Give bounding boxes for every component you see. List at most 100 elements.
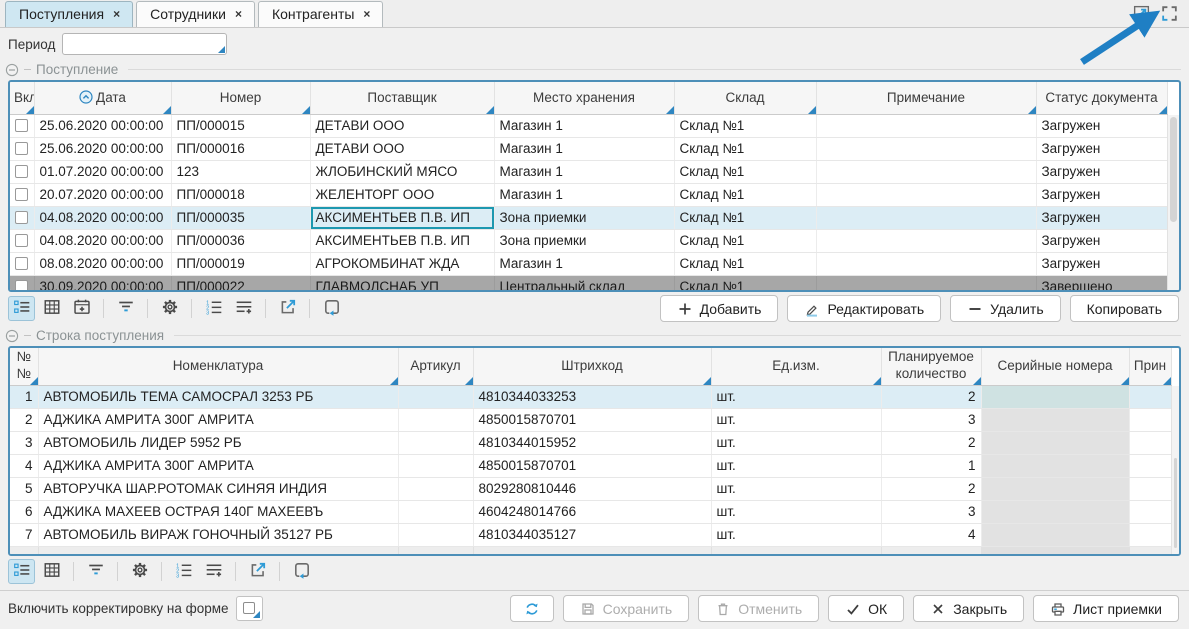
table-row[interactable]: 20.07.2020 00:00:00ПП/000018ЖЕЛЕНТОРГ ОО… [10, 183, 1167, 206]
cell[interactable]: Склад №1 [674, 114, 816, 137]
cell[interactable]: 4 [10, 454, 38, 477]
cell[interactable]: Магазин 1 [494, 183, 674, 206]
cell[interactable]: 08.08.2020 00:00:00 [34, 252, 171, 275]
cell[interactable] [981, 477, 1129, 500]
close-button[interactable]: Закрыть [913, 595, 1024, 622]
row-checkbox[interactable] [15, 165, 28, 178]
cell[interactable] [816, 229, 1036, 252]
cell[interactable]: 123 [171, 160, 310, 183]
cell[interactable]: 2 [881, 431, 981, 454]
column-header[interactable]: Номенклатура [38, 348, 398, 385]
cell[interactable]: ЖЛОБИНСКИЙ МЯСО [310, 160, 494, 183]
column-header[interactable]: Статус документа [1036, 82, 1167, 114]
cell[interactable] [1129, 523, 1171, 546]
cell[interactable]: Загружен [1036, 206, 1167, 229]
cell[interactable]: 4810344033253 [473, 385, 711, 408]
cell[interactable]: Загружен [1036, 160, 1167, 183]
cell[interactable] [10, 275, 34, 292]
cell[interactable] [10, 252, 34, 275]
cell[interactable]: 3 [881, 500, 981, 523]
cell[interactable] [1129, 385, 1171, 408]
cell[interactable] [398, 408, 473, 431]
collapse-icon[interactable] [5, 329, 19, 343]
cell[interactable] [981, 454, 1129, 477]
cell[interactable] [398, 385, 473, 408]
table-row[interactable]: 5АВТОРУЧКА ШАР.РОТОМАК СИНЯЯ ИНДИЯ802928… [10, 477, 1171, 500]
cell[interactable]: Склад №1 [674, 137, 816, 160]
cell[interactable] [816, 114, 1036, 137]
cell[interactable]: 6 [10, 500, 38, 523]
cell[interactable]: 4810344015952 [473, 431, 711, 454]
row-checkbox[interactable] [15, 119, 28, 132]
cell[interactable]: ПП/000036 [171, 229, 310, 252]
cell[interactable]: шт. [711, 385, 881, 408]
cell[interactable]: Загружен [1036, 114, 1167, 137]
tab-receipts[interactable]: Поступления × [5, 1, 133, 27]
filter-triangle-icon[interactable] [873, 377, 881, 385]
cell[interactable]: ПП/000035 [171, 206, 310, 229]
cell[interactable]: АКСИМЕНТЬЕВ П.В. ИП [310, 229, 494, 252]
cell[interactable]: Загружен [1036, 252, 1167, 275]
cell[interactable]: 25.06.2020 00:00:00 [34, 137, 171, 160]
cell[interactable] [10, 229, 34, 252]
refresh-cycle-button[interactable] [288, 559, 315, 584]
cell[interactable]: Зона приемки [494, 206, 674, 229]
cell[interactable]: Склад №1 [674, 160, 816, 183]
filter-button[interactable] [112, 296, 139, 321]
filter-triangle-icon[interactable] [30, 377, 38, 385]
cell[interactable] [981, 523, 1129, 546]
cell[interactable]: 4810344035127 [473, 523, 711, 546]
cell[interactable]: шт. [711, 477, 881, 500]
cell[interactable]: 5 [10, 477, 38, 500]
filter-triangle-icon[interactable] [1163, 377, 1171, 385]
settings-button[interactable] [156, 296, 183, 321]
cell[interactable]: ПП/000019 [171, 252, 310, 275]
table-row[interactable]: 25.06.2020 00:00:00ПП/000015ДЕТАВИ ОООМа… [10, 114, 1167, 137]
grid-view-button[interactable] [38, 296, 65, 321]
table-row[interactable]: 25.06.2020 00:00:00ПП/000016ДЕТАВИ ОООМа… [10, 137, 1167, 160]
cell[interactable]: ПП/000022 [171, 275, 310, 292]
filter-triangle-icon[interactable] [1159, 106, 1167, 114]
cell[interactable]: АГРОКОМБИНАТ ЖДА [310, 252, 494, 275]
resize-corner-icon[interactable] [253, 611, 260, 618]
table-row[interactable]: 04.08.2020 00:00:00ПП/000035АКСИМЕНТЬЕВ … [10, 206, 1167, 229]
edit-button[interactable]: Редактировать [787, 295, 941, 322]
numbered-list-button[interactable]: 123 [170, 559, 197, 584]
column-header[interactable]: Место хранения [494, 82, 674, 114]
cell[interactable] [816, 252, 1036, 275]
filter-triangle-icon[interactable] [390, 377, 398, 385]
vertical-scrollbar[interactable] [1171, 386, 1179, 554]
cell[interactable] [10, 114, 34, 137]
acceptance-sheet-button[interactable]: Лист приемки [1033, 595, 1179, 622]
filter-triangle-icon[interactable] [666, 106, 674, 114]
cell[interactable]: ДЕТАВИ ООО [310, 137, 494, 160]
cell[interactable]: ПП/000016 [171, 137, 310, 160]
cell[interactable] [398, 431, 473, 454]
column-header[interactable]: Примечание [816, 82, 1036, 114]
row-checkbox[interactable] [15, 211, 28, 224]
column-header[interactable]: Серийные номера [981, 348, 1129, 385]
filter-triangle-icon[interactable] [703, 377, 711, 385]
cell[interactable]: Зона приемки [494, 229, 674, 252]
add-button[interactable]: Добавить [660, 295, 779, 322]
list-view-button[interactable] [8, 296, 35, 321]
add-row-button[interactable] [230, 296, 257, 321]
table-row[interactable]: 04.08.2020 00:00:00ПП/000036АКСИМЕНТЬЕВ … [10, 229, 1167, 252]
cell[interactable] [10, 183, 34, 206]
cell[interactable] [981, 500, 1129, 523]
column-header[interactable]: № № [10, 348, 38, 385]
filter-triangle-icon[interactable] [302, 106, 310, 114]
period-input[interactable] [62, 33, 227, 55]
refresh-button[interactable] [510, 595, 554, 622]
cancel-button[interactable]: Отменить [698, 595, 819, 622]
grid-view-button[interactable] [38, 559, 65, 584]
table-row[interactable]: 4АДЖИКА АМРИТА 300Г АМРИТА4850015870701ш… [10, 454, 1171, 477]
cell[interactable]: ГЛАВМОЛСНАБ УП [310, 275, 494, 292]
cell[interactable] [398, 454, 473, 477]
cell[interactable]: 7 [10, 523, 38, 546]
cell[interactable] [816, 275, 1036, 292]
cell[interactable]: АДЖИКА АМРИТА 300Г АМРИТА [38, 454, 398, 477]
cell[interactable]: АДЖИКА МАХЕЕВ ОСТРАЯ 140Г МАХЕЕВЪ [38, 500, 398, 523]
table-row[interactable]: 6АДЖИКА МАХЕЕВ ОСТРАЯ 140Г МАХЕЕВЪ460424… [10, 500, 1171, 523]
cell[interactable]: ДЕТАВИ ООО [310, 114, 494, 137]
